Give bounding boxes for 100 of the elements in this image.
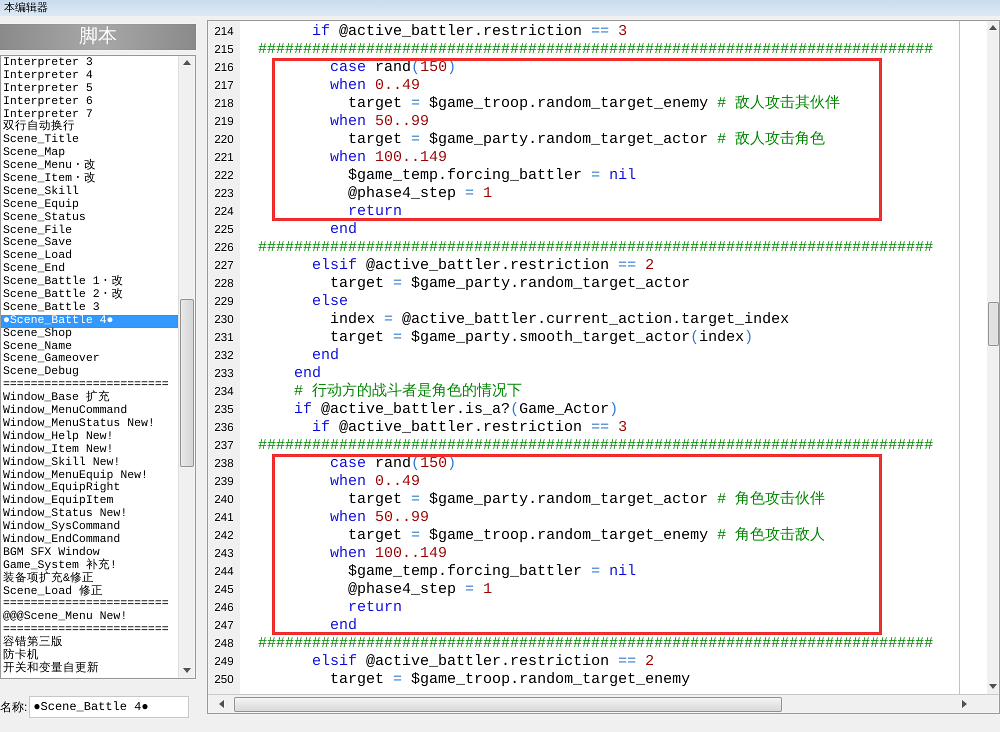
line-number: 219 [214, 115, 234, 130]
line-number: 224 [214, 205, 234, 220]
line-number: 214 [214, 25, 234, 40]
horizontal-scrollbar[interactable] [208, 694, 999, 713]
code-line: if @active_battler.restriction == 3 [311, 419, 628, 437]
script-list-item[interactable]: Window_EndCommand [1, 534, 178, 547]
script-list-item[interactable]: 双行自动换行 [1, 121, 178, 134]
line-number: 234 [214, 385, 234, 400]
script-list-item[interactable]: Scene_Battle 2・改 [1, 289, 178, 302]
panel-header: 脚本 [0, 24, 196, 50]
script-list-item[interactable]: Window_MenuEquip New! [1, 470, 178, 482]
script-list-item[interactable]: 开关和变量自更新 [1, 662, 178, 676]
script-list-item[interactable]: Window_MenuCommand [1, 405, 178, 418]
name-label: 名称: [0, 699, 28, 716]
code-line: elsif @active_battler.restriction == 2 [311, 653, 654, 671]
code-line: end [329, 221, 358, 239]
line-number: 222 [214, 169, 234, 184]
line-number: 244 [214, 565, 234, 580]
code-line: target = $game_party.random_target_actor [329, 275, 690, 293]
separator-comment: ########################################################################### [258, 635, 934, 653]
code-line: target = $game_troop.random_target_enemy [329, 671, 690, 689]
scroll-down-icon[interactable] [183, 667, 191, 675]
script-list-item[interactable]: Scene_Name [1, 340, 178, 354]
line-number: 230 [214, 313, 234, 328]
script-list-item[interactable]: Scene_Battle 3 [1, 302, 178, 315]
line-number: 223 [214, 187, 234, 202]
line-number: 246 [214, 601, 234, 616]
script-list-item[interactable]: Window_SysCommand [1, 521, 178, 534]
line-number: 236 [214, 421, 234, 436]
code-line: if @active_battler.is_a?(Game_Actor) [293, 401, 618, 419]
line-number: 242 [214, 529, 234, 544]
script-list-item[interactable]: Interpreter 5 [1, 82, 178, 96]
script-list-item[interactable]: Scene_File [1, 224, 178, 238]
scroll-right-icon[interactable] [961, 700, 969, 708]
script-list-item[interactable]: Window_Item New! [1, 444, 178, 457]
script-list-item[interactable]: Window_Skill New! [1, 456, 178, 470]
line-number: 229 [214, 295, 234, 310]
script-list-item[interactable]: Interpreter 6 [1, 96, 178, 109]
script-list-item[interactable]: Window_Help New! [1, 430, 178, 444]
script-list-item[interactable]: Interpreter 3 [1, 57, 178, 70]
line-number: 226 [214, 241, 234, 256]
line-number: 221 [214, 151, 234, 166]
line-number: 228 [214, 277, 234, 292]
scroll-up-icon[interactable] [183, 59, 191, 67]
line-number: 227 [214, 259, 234, 274]
separator-comment: ########################################################################### [258, 41, 934, 59]
code-line: index = @active_battler.current_action.target_index [329, 311, 790, 329]
line-number: 218 [214, 97, 234, 112]
line-number: 239 [214, 475, 234, 490]
script-list-item[interactable]: Scene_Gameover [1, 353, 178, 366]
script-list-item[interactable]: Scene_Item・改 [1, 173, 178, 186]
separator-comment: ########################################################################### [258, 239, 934, 257]
line-number: 247 [214, 619, 234, 634]
code-line: target = $game_party.smooth_target_actor(index) [329, 329, 754, 347]
script-list-item[interactable]: @@@Scene_Menu New! [1, 611, 178, 624]
script-list-item[interactable]: ======================== [1, 598, 178, 612]
script-list-item[interactable]: Window_Status New! [1, 508, 178, 522]
line-number: 243 [214, 547, 234, 562]
line-number: 241 [214, 511, 234, 526]
scroll-thumb[interactable] [180, 299, 194, 467]
script-list-item[interactable]: Scene_Equip [1, 198, 178, 212]
separator-comment: ########################################################################### [258, 437, 934, 455]
scroll-thumb[interactable] [988, 302, 998, 346]
line-number: 245 [214, 583, 234, 598]
scrollbar[interactable] [987, 21, 999, 694]
line-number: 235 [214, 403, 234, 418]
line-number: 237 [214, 439, 234, 454]
line-number: 238 [214, 457, 234, 472]
code-line: elsif @active_battler.restriction == 2 [311, 257, 654, 275]
script-list-item[interactable]: Scene_Load [1, 250, 178, 264]
script-list-item[interactable]: Scene_Load 修正 [1, 586, 178, 598]
line-number: 232 [214, 349, 234, 364]
script-list-item[interactable]: Scene_Title [1, 134, 178, 148]
script-list-item[interactable]: 容错第三版 [1, 637, 178, 650]
script-list-item[interactable]: Scene_Skill [1, 186, 178, 199]
line-number: 249 [214, 655, 234, 670]
script-list-item[interactable]: Scene_Shop [1, 328, 178, 341]
script-list-item[interactable]: 装备项扩充&修正 [1, 572, 178, 586]
script-list-item[interactable]: Window_EquipRight [1, 482, 178, 496]
scroll-down-icon[interactable] [989, 683, 997, 691]
scroll-thumb[interactable] [234, 696, 782, 712]
script-list-item[interactable]: Interpreter 4 [1, 70, 178, 83]
scroll-left-icon[interactable] [218, 700, 226, 708]
line-number: 220 [214, 133, 234, 148]
script-list-item[interactable]: Window_MenuStatus New! [1, 418, 178, 431]
script-list-item[interactable]: Window_Base 扩充 [1, 392, 178, 406]
line-number: 216 [214, 61, 234, 76]
line-number: 215 [214, 43, 234, 58]
code-line: end [311, 347, 340, 365]
script-list-item[interactable]: Scene_Debug [1, 366, 178, 380]
line-number: 240 [214, 493, 234, 508]
code-line: else [311, 293, 348, 311]
window-title: 本编辑器 [4, 2, 48, 14]
scroll-up-icon[interactable] [989, 24, 997, 32]
script-list-item[interactable]: Scene_Status [1, 212, 178, 225]
scrollbar[interactable] [178, 56, 195, 678]
script-list-item[interactable]: Scene_Save [1, 237, 178, 250]
code-line: if @active_battler.restriction == 3 [311, 23, 628, 41]
script-list-item[interactable]: Window_EquipItem [1, 495, 178, 508]
name-field[interactable]: ●Scene_Battle 4● [29, 696, 190, 718]
